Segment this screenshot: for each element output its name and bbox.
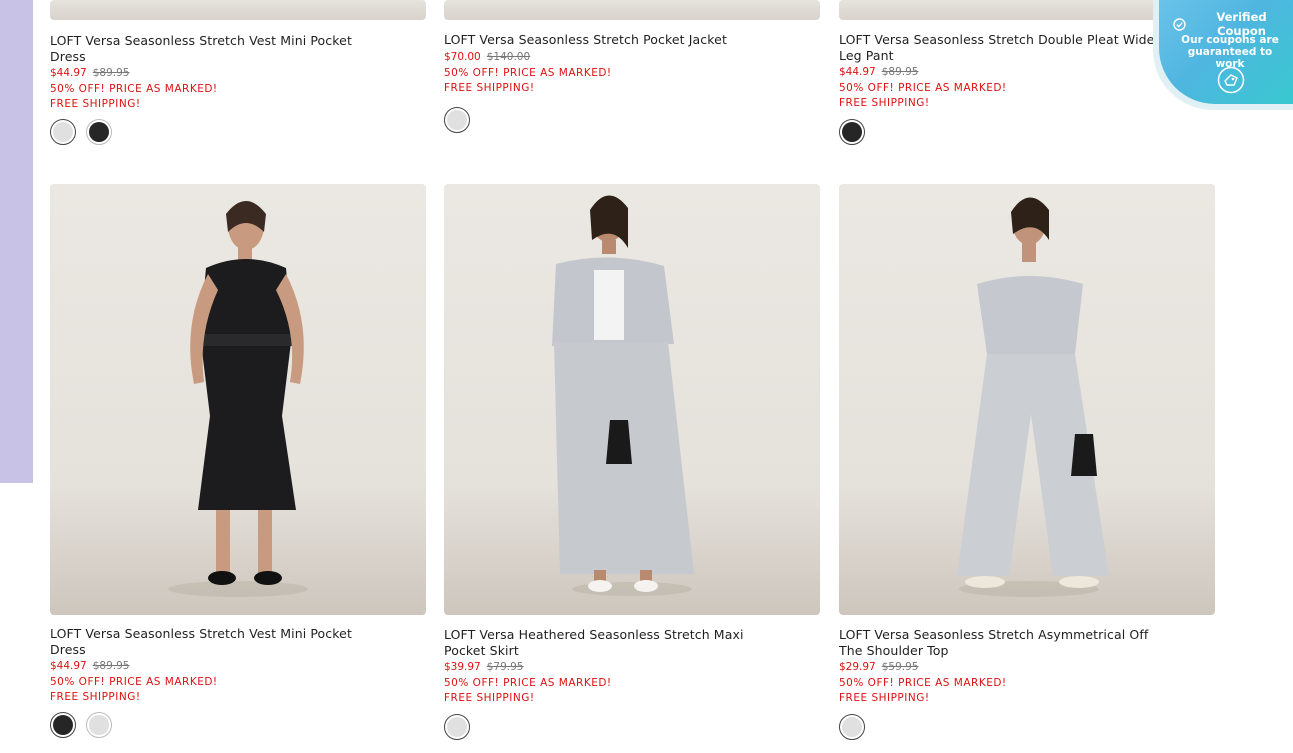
original-price: $59.95 bbox=[881, 661, 919, 673]
product-image[interactable] bbox=[50, 184, 426, 615]
swatch-black[interactable] bbox=[86, 119, 112, 145]
product-image[interactable] bbox=[839, 184, 1215, 615]
original-price: $79.95 bbox=[486, 661, 524, 673]
product-title[interactable]: LOFT Versa Seasonless Stretch Double Ple… bbox=[839, 32, 1169, 63]
sale-price: $70.00 bbox=[444, 50, 481, 63]
original-price: $89.95 bbox=[881, 66, 919, 78]
swatch-black[interactable] bbox=[839, 119, 865, 145]
shipping-text: FREE SHIPPING! bbox=[839, 692, 930, 704]
product-title[interactable]: LOFT Versa Seasonless Stretch Vest Mini … bbox=[50, 626, 380, 657]
original-price: $89.95 bbox=[92, 660, 130, 672]
sale-price: $39.97 bbox=[444, 661, 481, 673]
sale-price: $44.97 bbox=[50, 660, 87, 672]
sale-price: $44.97 bbox=[50, 67, 87, 79]
swatch-light-gray[interactable] bbox=[444, 107, 470, 133]
verified-coupon-widget[interactable]: Verified Coupon Our coupons are guarante… bbox=[1153, 0, 1293, 110]
swatch-light-gray[interactable] bbox=[444, 714, 470, 740]
product-title[interactable]: LOFT Versa Seasonless Stretch Vest Mini … bbox=[50, 33, 380, 64]
sale-price: $44.97 bbox=[839, 66, 876, 78]
swatch-black[interactable] bbox=[50, 712, 76, 738]
promo-text: 50% OFF! PRICE AS MARKED! bbox=[444, 66, 612, 79]
sale-price: $29.97 bbox=[839, 661, 876, 673]
shipping-text: FREE SHIPPING! bbox=[444, 81, 535, 94]
swatch-light-gray[interactable] bbox=[839, 714, 865, 740]
original-price: $140.00 bbox=[486, 50, 531, 63]
side-panel-strip bbox=[0, 0, 33, 483]
product-image[interactable] bbox=[444, 184, 820, 615]
promo-text: 50% OFF! PRICE AS MARKED! bbox=[50, 676, 218, 688]
shipping-text: FREE SHIPPING! bbox=[50, 98, 141, 110]
color-swatches bbox=[50, 712, 112, 738]
coupon-panel[interactable]: Verified Coupon Our coupons are guarante… bbox=[1159, 0, 1293, 104]
color-swatches bbox=[50, 119, 112, 145]
product-title[interactable]: LOFT Versa Heathered Seasonless Stretch … bbox=[444, 627, 774, 658]
color-swatches bbox=[839, 714, 865, 740]
coupon-tag-icon[interactable] bbox=[1217, 66, 1245, 94]
color-swatches bbox=[444, 107, 470, 133]
promo-text: 50% OFF! PRICE AS MARKED! bbox=[839, 677, 1007, 689]
product-image[interactable] bbox=[444, 0, 820, 20]
model-photo bbox=[957, 197, 1109, 597]
product-title[interactable]: LOFT Versa Seasonless Stretch Asymmetric… bbox=[839, 627, 1169, 658]
swatch-light-gray[interactable] bbox=[50, 119, 76, 145]
swatch-light-gray[interactable] bbox=[86, 712, 112, 738]
check-badge-icon bbox=[1173, 17, 1186, 31]
product-image[interactable] bbox=[50, 0, 426, 20]
model-photo bbox=[552, 195, 694, 596]
promo-text: 50% OFF! PRICE AS MARKED! bbox=[50, 83, 218, 95]
model-photo bbox=[168, 201, 308, 597]
promo-text: 50% OFF! PRICE AS MARKED! bbox=[839, 82, 1007, 94]
shipping-text: FREE SHIPPING! bbox=[839, 97, 930, 109]
color-swatches bbox=[839, 119, 865, 145]
coupon-text: Our coupons are guaranteed to work bbox=[1181, 34, 1279, 70]
shipping-text: FREE SHIPPING! bbox=[50, 691, 141, 703]
color-swatches bbox=[444, 714, 470, 740]
shipping-text: FREE SHIPPING! bbox=[444, 692, 535, 704]
original-price: $89.95 bbox=[92, 67, 130, 79]
promo-text: 50% OFF! PRICE AS MARKED! bbox=[444, 677, 612, 689]
product-title[interactable]: LOFT Versa Seasonless Stretch Pocket Jac… bbox=[444, 32, 774, 48]
